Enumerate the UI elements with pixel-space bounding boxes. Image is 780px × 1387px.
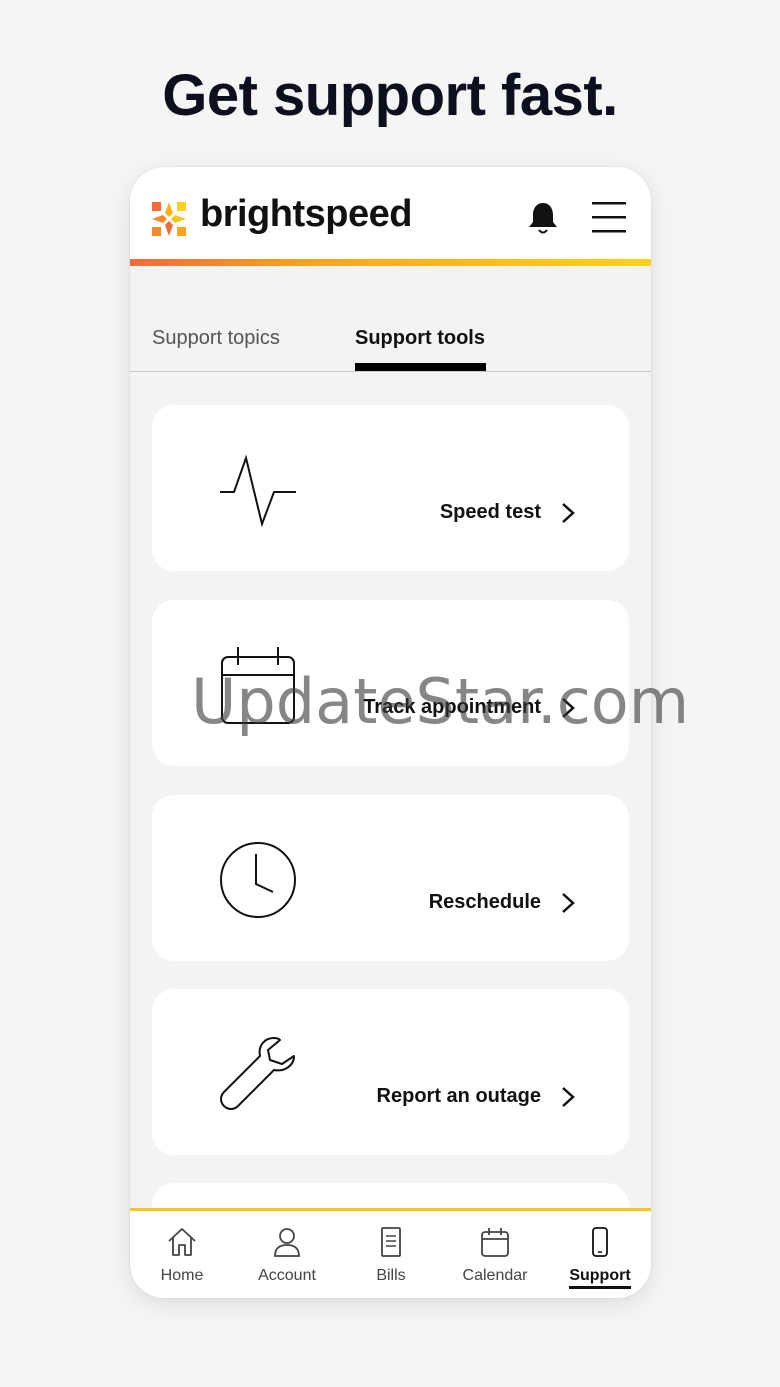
nav-bills[interactable]: Bills [341,1225,441,1285]
nav-home[interactable]: Home [132,1225,232,1285]
reschedule-card[interactable]: Reschedule [152,795,629,961]
nav-account-label: Account [258,1267,316,1284]
calendar-icon [481,1228,509,1257]
nav-calendar[interactable]: Calendar [445,1225,545,1285]
speed-test-label: Speed test [439,501,541,523]
clock-icon [220,842,296,918]
tab-support-tools[interactable]: Support tools [355,327,485,350]
chevron-right-icon [562,1087,575,1107]
active-tab-indicator [355,363,486,371]
phone-icon [592,1227,608,1257]
brand-wordmark: brightspeed [200,193,412,235]
speed-test-card[interactable]: Speed test [152,405,629,571]
chevron-right-icon [562,893,575,913]
pulse-icon [220,454,296,528]
bell-icon[interactable] [526,200,560,236]
reschedule-label: Reschedule [428,891,541,913]
tab-support-topics[interactable]: Support topics [152,327,280,350]
brightspeed-logo-icon [152,202,186,236]
report-outage-card[interactable]: Report an outage [152,989,629,1155]
app-header: brightspeed [130,167,651,266]
wrench-icon [220,1037,295,1110]
nav-account[interactable]: Account [237,1225,337,1285]
bottom-nav: Home Account Bills Calendar Support [130,1208,651,1298]
hamburger-menu-icon[interactable] [592,201,626,233]
nav-support-label: Support [569,1267,631,1289]
home-icon [168,1228,196,1256]
nav-calendar-label: Calendar [462,1267,528,1284]
nav-home-label: Home [160,1267,204,1284]
support-tabs: Support topics Support tools [130,287,651,372]
report-outage-label: Report an outage [376,1085,541,1107]
person-icon [274,1228,300,1257]
headline: Get support fast. [162,63,618,128]
watermark: UpdateStar.com [191,665,690,738]
nav-bills-label: Bills [376,1267,406,1284]
header-accent-bar [130,259,651,266]
nav-support[interactable]: Support [550,1225,650,1289]
chevron-right-icon [562,503,575,523]
bill-icon [381,1227,401,1257]
